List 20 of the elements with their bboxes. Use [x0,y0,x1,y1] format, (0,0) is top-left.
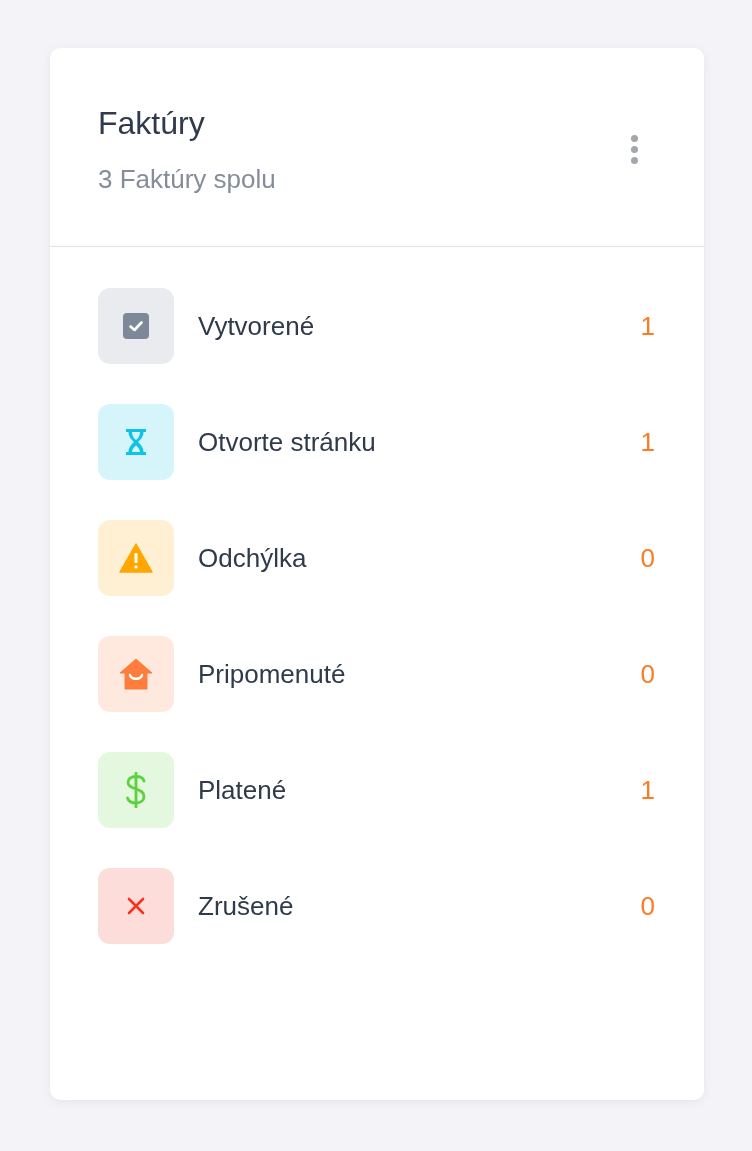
card-title: Faktúry [98,104,206,143]
warning-icon [98,520,174,596]
checkbox-icon [98,288,174,364]
status-count: 1 [640,310,655,342]
status-label: Vytvorené [198,310,316,342]
card-subtitle: 3 Faktúry spolu [98,163,276,195]
status-count: 1 [640,774,655,806]
status-label: Otvorte stránku [198,426,377,458]
status-label: Pripomenuté [198,658,347,690]
status-label: Odchýlka [198,542,308,574]
status-label: Zrušené [198,890,295,922]
status-count: 0 [640,890,655,922]
hourglass-icon [98,404,174,480]
status-count: 0 [640,658,655,690]
status-count: 1 [640,426,655,458]
status-label: Platené [198,774,288,806]
house-icon [98,636,174,712]
cross-icon [98,868,174,944]
dollar-icon [98,752,174,828]
status-count: 0 [640,542,655,574]
